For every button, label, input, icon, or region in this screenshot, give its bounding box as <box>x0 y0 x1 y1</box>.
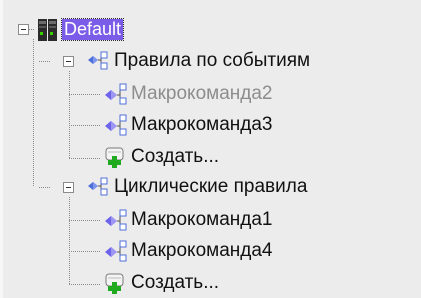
tree-line-root <box>33 39 34 187</box>
tree-group-label[interactable]: Правила по событиям <box>114 49 310 73</box>
collapse-group-button[interactable] <box>63 182 74 193</box>
tree-line-item <box>69 94 101 95</box>
tree-line-item <box>69 220 101 221</box>
tree-line-item <box>69 284 101 285</box>
create-item-link[interactable]: Создать... <box>131 145 219 169</box>
collapse-root-button[interactable] <box>18 24 29 35</box>
tree-line-item <box>69 251 101 252</box>
tree-line-item <box>69 125 101 126</box>
tree-panel: Default Правила по событиям Макрокоманда… <box>0 0 421 298</box>
tree-root-label[interactable]: Default <box>60 18 125 41</box>
tree-line-group1 <box>39 61 51 62</box>
server-icon <box>38 19 57 41</box>
tree-item-label[interactable]: Макрокоманда4 <box>131 239 273 263</box>
tree-line-root-h <box>29 29 35 30</box>
create-item-link[interactable]: Создать... <box>131 271 219 295</box>
tree-line-group2 <box>39 187 51 188</box>
tree-item-label[interactable]: Макрокоманда1 <box>131 208 273 232</box>
macro-icon <box>105 209 127 231</box>
rule-group-icon <box>88 177 108 196</box>
macro-icon <box>105 114 127 136</box>
tree-item-label[interactable]: Макрокоманда2 <box>131 82 273 106</box>
tree-line-group1-children <box>69 71 70 158</box>
rule-group-icon <box>88 51 108 70</box>
macro-icon <box>105 83 127 105</box>
tree-line-group2-children <box>69 197 70 284</box>
macro-icon <box>105 240 127 262</box>
collapse-group-button[interactable] <box>63 56 74 67</box>
create-new-icon <box>105 147 124 168</box>
create-new-icon <box>105 273 124 294</box>
tree-group-label[interactable]: Циклические правила <box>114 175 307 199</box>
tree-item-label[interactable]: Макрокоманда3 <box>131 113 273 137</box>
tree-line-item <box>69 158 101 159</box>
